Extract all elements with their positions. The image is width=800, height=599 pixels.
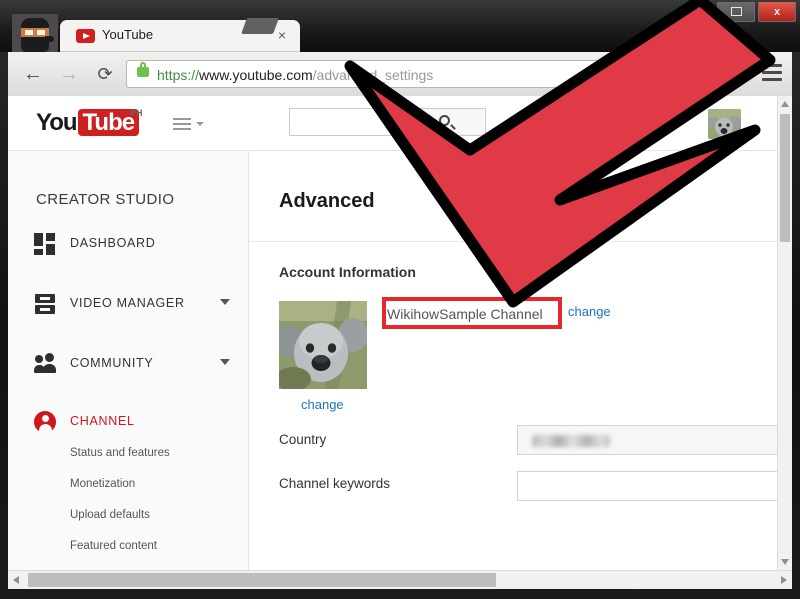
field-label-channel-keywords: Channel keywords	[279, 476, 391, 491]
search-icon	[439, 115, 450, 126]
vertical-scroll-thumb[interactable]	[780, 114, 790, 242]
reload-button[interactable]: ⟳	[92, 61, 118, 87]
avatar[interactable]	[708, 109, 741, 139]
sidebar-item-channel[interactable]: CHANNEL	[8, 401, 248, 443]
channel-name-change-link[interactable]: change	[568, 304, 611, 319]
new-tab-button[interactable]	[241, 18, 279, 34]
horizontal-scrollbar[interactable]	[8, 570, 792, 589]
channel-person-icon	[34, 411, 56, 433]
sidebar-item-video-manager[interactable]: VIDEO MANAGER	[8, 283, 248, 325]
sidebar-subitem-status-and-features[interactable]: Status and features	[70, 447, 170, 459]
page-title: Advanced	[279, 190, 375, 212]
creator-studio-sidebar: CREATOR STUDIO DASHBOARD VIDEO MANAGER C…	[8, 151, 249, 570]
community-icon	[34, 353, 56, 375]
address-bar[interactable]: https://www.youtube.com/advanced_setting…	[126, 60, 726, 88]
search-button[interactable]	[404, 108, 486, 136]
ninja-eye-right-icon	[37, 30, 45, 35]
chevron-down-icon[interactable]	[220, 299, 230, 305]
koala-avatar-image	[708, 109, 741, 139]
horizontal-scroll-thumb[interactable]	[28, 573, 496, 587]
video-manager-icon	[34, 293, 56, 315]
logo-country-code: PH	[130, 108, 143, 118]
channel-thumbnail[interactable]	[279, 301, 367, 389]
sidebar-item-label: DASHBOARD	[70, 236, 156, 250]
sidebar-item-community[interactable]: COMMUNITY	[8, 343, 248, 385]
search-input[interactable]	[289, 108, 405, 136]
main-content: Advanced Account Information change Wiki…	[249, 151, 779, 570]
window-titlebar: YouTube × x	[0, 0, 800, 54]
country-input[interactable]	[517, 425, 779, 455]
vertical-scrollbar[interactable]	[777, 96, 792, 570]
window-controls: x	[717, 2, 796, 24]
tab-title: YouTube	[102, 27, 154, 42]
tab-close-icon[interactable]: ×	[278, 27, 286, 43]
forward-button[interactable]: →	[56, 61, 82, 87]
sidebar-item-label: VIDEO MANAGER	[70, 296, 185, 310]
dashboard-icon	[34, 233, 56, 255]
close-window-button[interactable]: x	[758, 2, 796, 22]
sidebar-title: CREATOR STUDIO	[36, 191, 175, 208]
content-divider	[249, 241, 778, 242]
url-host: www.youtube.com	[199, 67, 313, 83]
chevron-down-icon[interactable]	[220, 359, 230, 365]
sidebar-subitem-monetization[interactable]: Monetization	[70, 478, 135, 490]
profile-avatar-button[interactable]	[12, 14, 58, 54]
sidebar-item-label: COMMUNITY	[70, 356, 154, 370]
sidebar-subitem-featured-content[interactable]: Featured content	[70, 540, 157, 552]
section-title: Account Information	[279, 264, 416, 280]
url-scheme: https://	[157, 67, 200, 83]
page-viewport: You Tube PH CREATOR STUDIO DASHBOARD VID…	[8, 96, 792, 570]
logo-you-text: You	[36, 109, 78, 136]
channel-keywords-input[interactable]	[517, 471, 779, 501]
chevron-down-icon[interactable]	[196, 122, 204, 126]
guide-hamburger-icon[interactable]	[173, 118, 191, 130]
browser-toolbar: ← → ⟳ https://www.youtube.com/advanced_s…	[8, 52, 792, 97]
channel-name-field[interactable]: WikihowSample Channel	[387, 303, 557, 325]
scroll-right-arrow-icon[interactable]	[781, 576, 787, 584]
url-text: https://www.youtube.com/advanced_setting…	[157, 65, 433, 85]
koala-channel-thumbnail-image	[279, 301, 367, 389]
scroll-up-arrow-icon[interactable]	[781, 101, 789, 107]
thumbnail-change-link[interactable]: change	[301, 397, 344, 412]
field-label-country: Country	[279, 432, 327, 447]
lock-icon	[137, 62, 149, 77]
youtube-masthead: You Tube PH	[8, 96, 778, 151]
sidebar-item-dashboard[interactable]: DASHBOARD	[8, 223, 248, 265]
chrome-menu-icon[interactable]	[762, 64, 782, 82]
ninja-tail-icon	[45, 36, 54, 42]
youtube-logo[interactable]: You Tube	[36, 109, 140, 136]
scroll-down-arrow-icon[interactable]	[781, 559, 789, 565]
sidebar-subitem-upload-defaults[interactable]: Upload defaults	[70, 509, 150, 521]
redacted-value	[532, 435, 610, 447]
restore-window-button[interactable]	[717, 2, 755, 22]
ninja-eye-left-icon	[25, 30, 33, 35]
scroll-left-arrow-icon[interactable]	[13, 576, 19, 584]
bookmark-star-icon[interactable]: ☆	[726, 62, 750, 86]
youtube-favicon	[76, 29, 95, 43]
sidebar-item-label: CHANNEL	[70, 414, 135, 428]
url-path: /advanced_settings	[312, 67, 434, 83]
back-button[interactable]: ←	[20, 61, 46, 87]
browser-window: YouTube × x ← → ⟳ https://www.youtube.co…	[0, 0, 800, 599]
